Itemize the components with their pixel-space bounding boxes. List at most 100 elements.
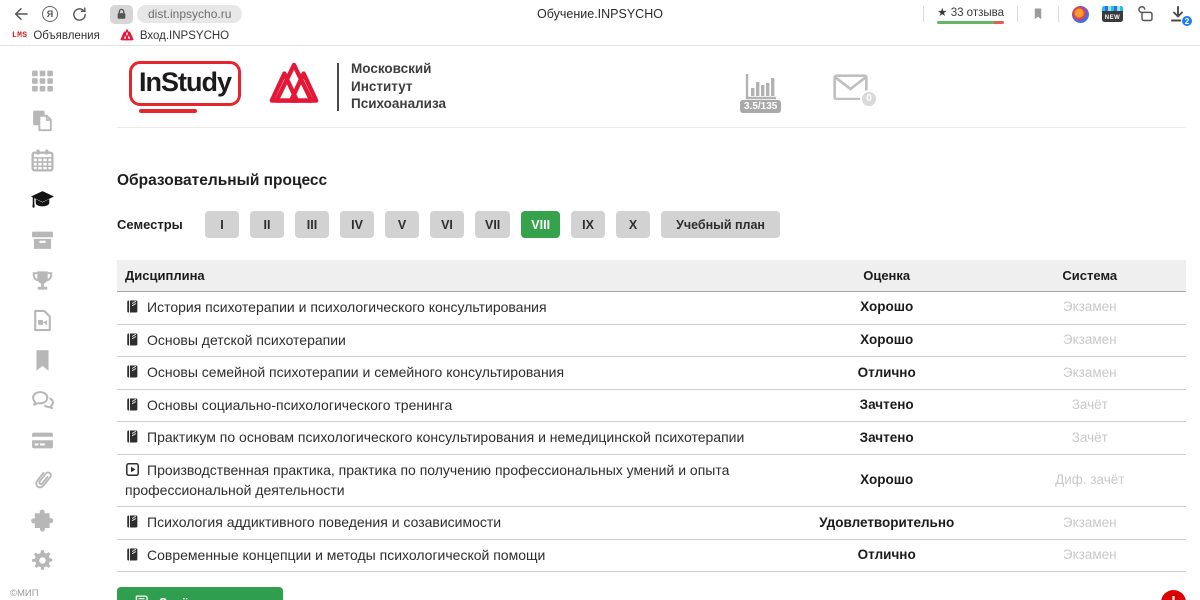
table-row[interactable]: Психология аддиктивного поведения и соза… [117, 507, 1186, 540]
grades-table: Дисциплина Оценка Система История психот… [117, 260, 1186, 572]
semester-tab-X[interactable]: X [616, 211, 650, 238]
bookmark-announcements[interactable]: LMS Объявления [12, 30, 100, 42]
gear-icon [30, 548, 55, 573]
sidebar-item-education[interactable] [30, 188, 55, 213]
alert-icon[interactable]: ! [1161, 590, 1186, 600]
lms-favicon: LMS [12, 31, 27, 40]
sidebar-item-video[interactable] [30, 308, 55, 333]
grading-system: Экзамен [994, 507, 1186, 540]
url-field[interactable]: dist.inpsycho.ru [137, 5, 242, 23]
archive-icon [30, 228, 55, 253]
copy-icon [30, 108, 55, 133]
semester-tab-VI[interactable]: VI [430, 211, 464, 238]
sidebar-item-dashboard[interactable] [30, 68, 55, 93]
page-heading: Образовательный процесс [117, 172, 1186, 190]
semester-tab-VIII[interactable]: VIII [521, 211, 560, 238]
table-row[interactable]: Основы детской психотерапииХорошоЭкзамен [117, 324, 1186, 357]
semester-tab-I[interactable]: I [205, 211, 239, 238]
grading-system: Экзамен [994, 357, 1186, 390]
copyright-label: ©МИП [10, 588, 39, 599]
page-title: Обучение.INPSYCHO [537, 7, 663, 21]
sidebar-item-settings[interactable] [30, 548, 55, 573]
book-icon [125, 429, 140, 444]
sidebar-item-messages[interactable] [30, 388, 55, 413]
book-icon [125, 364, 140, 379]
bookmark-login[interactable]: Вход.INPSYCHO [120, 29, 229, 42]
grade-value: Зачтено [780, 389, 994, 422]
sidebar-item-payments[interactable] [30, 428, 55, 453]
mail-icon[interactable]: 0 [833, 74, 868, 101]
table-row[interactable]: Производственная практика, практика по п… [117, 454, 1186, 506]
semester-tab-VII[interactable]: VII [475, 211, 510, 238]
discipline-name: Психология аддиктивного поведения и соза… [147, 514, 501, 530]
table-row[interactable]: Основы социально-психологического тренин… [117, 389, 1186, 422]
grading-system: Диф. зачёт [994, 454, 1186, 506]
sidebar-item-calendar[interactable] [30, 148, 55, 173]
sidebar-item-achievements[interactable] [30, 268, 55, 293]
table-row[interactable]: Основы семейной психотерапии и семейного… [117, 357, 1186, 390]
toolbar-actions: ★ 33 отзыва NEW 2 [923, 4, 1188, 24]
table-body: История психотерапии и психологического … [117, 292, 1186, 572]
table-row[interactable]: Современные концепции и методы психологи… [117, 539, 1186, 572]
downloads-icon[interactable]: 2 [1168, 4, 1188, 24]
semester-tab-IV[interactable]: IV [340, 211, 374, 238]
table-header-row: Дисциплина Оценка Система [117, 260, 1186, 292]
sidebar-item-integrations[interactable] [30, 508, 55, 533]
trophy-icon [30, 268, 55, 293]
bookmark-flag-icon[interactable] [1031, 6, 1045, 22]
progress-badge: 3.5/135 [740, 100, 781, 113]
table-row[interactable]: Практикум по основам психологического ко… [117, 422, 1186, 455]
grading-system: Экзамен [994, 539, 1186, 572]
site-reviews[interactable]: ★ 33 отзыва [937, 5, 1004, 24]
bottom-row: Зачётная книжка ! [117, 587, 1186, 600]
cap-icon [30, 188, 55, 213]
sidebar-item-attachments[interactable] [30, 468, 55, 493]
curriculum-plan-button[interactable]: Учебный план [661, 211, 780, 238]
main-content: InStudy Московский Институт Психоанализа… [85, 46, 1200, 600]
book-icon [133, 594, 150, 600]
new-badge: NEW [1105, 15, 1121, 23]
back-icon[interactable] [12, 5, 30, 23]
sidebar-item-bookmarks[interactable] [30, 348, 55, 373]
semester-tab-II[interactable]: II [250, 211, 284, 238]
grade-value: Хорошо [780, 324, 994, 357]
grade-value: Зачтено [780, 422, 994, 455]
table-row[interactable]: История психотерапии и психологического … [117, 292, 1186, 325]
rating-bar [937, 21, 1004, 24]
videodoc-icon [30, 308, 55, 333]
browser-profile-icon[interactable] [1072, 6, 1089, 23]
yandex-icon[interactable]: Я [42, 6, 58, 22]
grade-value: Хорошо [780, 292, 994, 325]
grid-icon [30, 68, 55, 93]
grade-value: Хорошо [780, 454, 994, 506]
new-extension-icon[interactable]: NEW [1102, 6, 1123, 22]
gradebook-button[interactable]: Зачётная книжка [117, 587, 283, 600]
browser-extension-icon[interactable] [1136, 5, 1155, 23]
gradebook-button-label: Зачётная книжка [159, 595, 267, 600]
mail-badge: 0 [860, 90, 878, 108]
bookmarks-bar: LMS Объявления Вход.INPSYCHO [0, 28, 1200, 46]
semester-tab-III[interactable]: III [295, 211, 329, 238]
instudy-logo[interactable]: InStudy [129, 61, 241, 106]
grading-system: Зачёт [994, 422, 1186, 455]
sidebar-item-archive[interactable] [30, 228, 55, 253]
grading-system: Экзамен [994, 292, 1186, 325]
grade-value: Отлично [780, 539, 994, 572]
book-icon [125, 299, 140, 314]
col-grade: Оценка [780, 260, 994, 292]
lock-icon[interactable] [110, 5, 133, 24]
refresh-icon[interactable] [70, 5, 88, 23]
semester-tab-IX[interactable]: IX [571, 211, 605, 238]
divider [923, 6, 924, 22]
grading-system: Зачёт [994, 389, 1186, 422]
discipline-name: Современные концепции и методы психологи… [147, 547, 545, 563]
sidebar-item-documents[interactable] [30, 108, 55, 133]
mip-favicon [120, 29, 134, 42]
book-icon [125, 332, 140, 347]
discipline-name: Основы семейной психотерапии и семейного… [147, 364, 564, 380]
browser-toolbar: Я dist.inpsycho.ru Обучение.INPSYCHO ★ 3… [0, 0, 1200, 28]
progress-stats-icon[interactable]: 3.5/135 [743, 72, 779, 102]
semester-tab-V[interactable]: V [385, 211, 419, 238]
puzzle-icon [30, 508, 55, 533]
bookmark-label: Вход.INPSYCHO [140, 30, 229, 42]
